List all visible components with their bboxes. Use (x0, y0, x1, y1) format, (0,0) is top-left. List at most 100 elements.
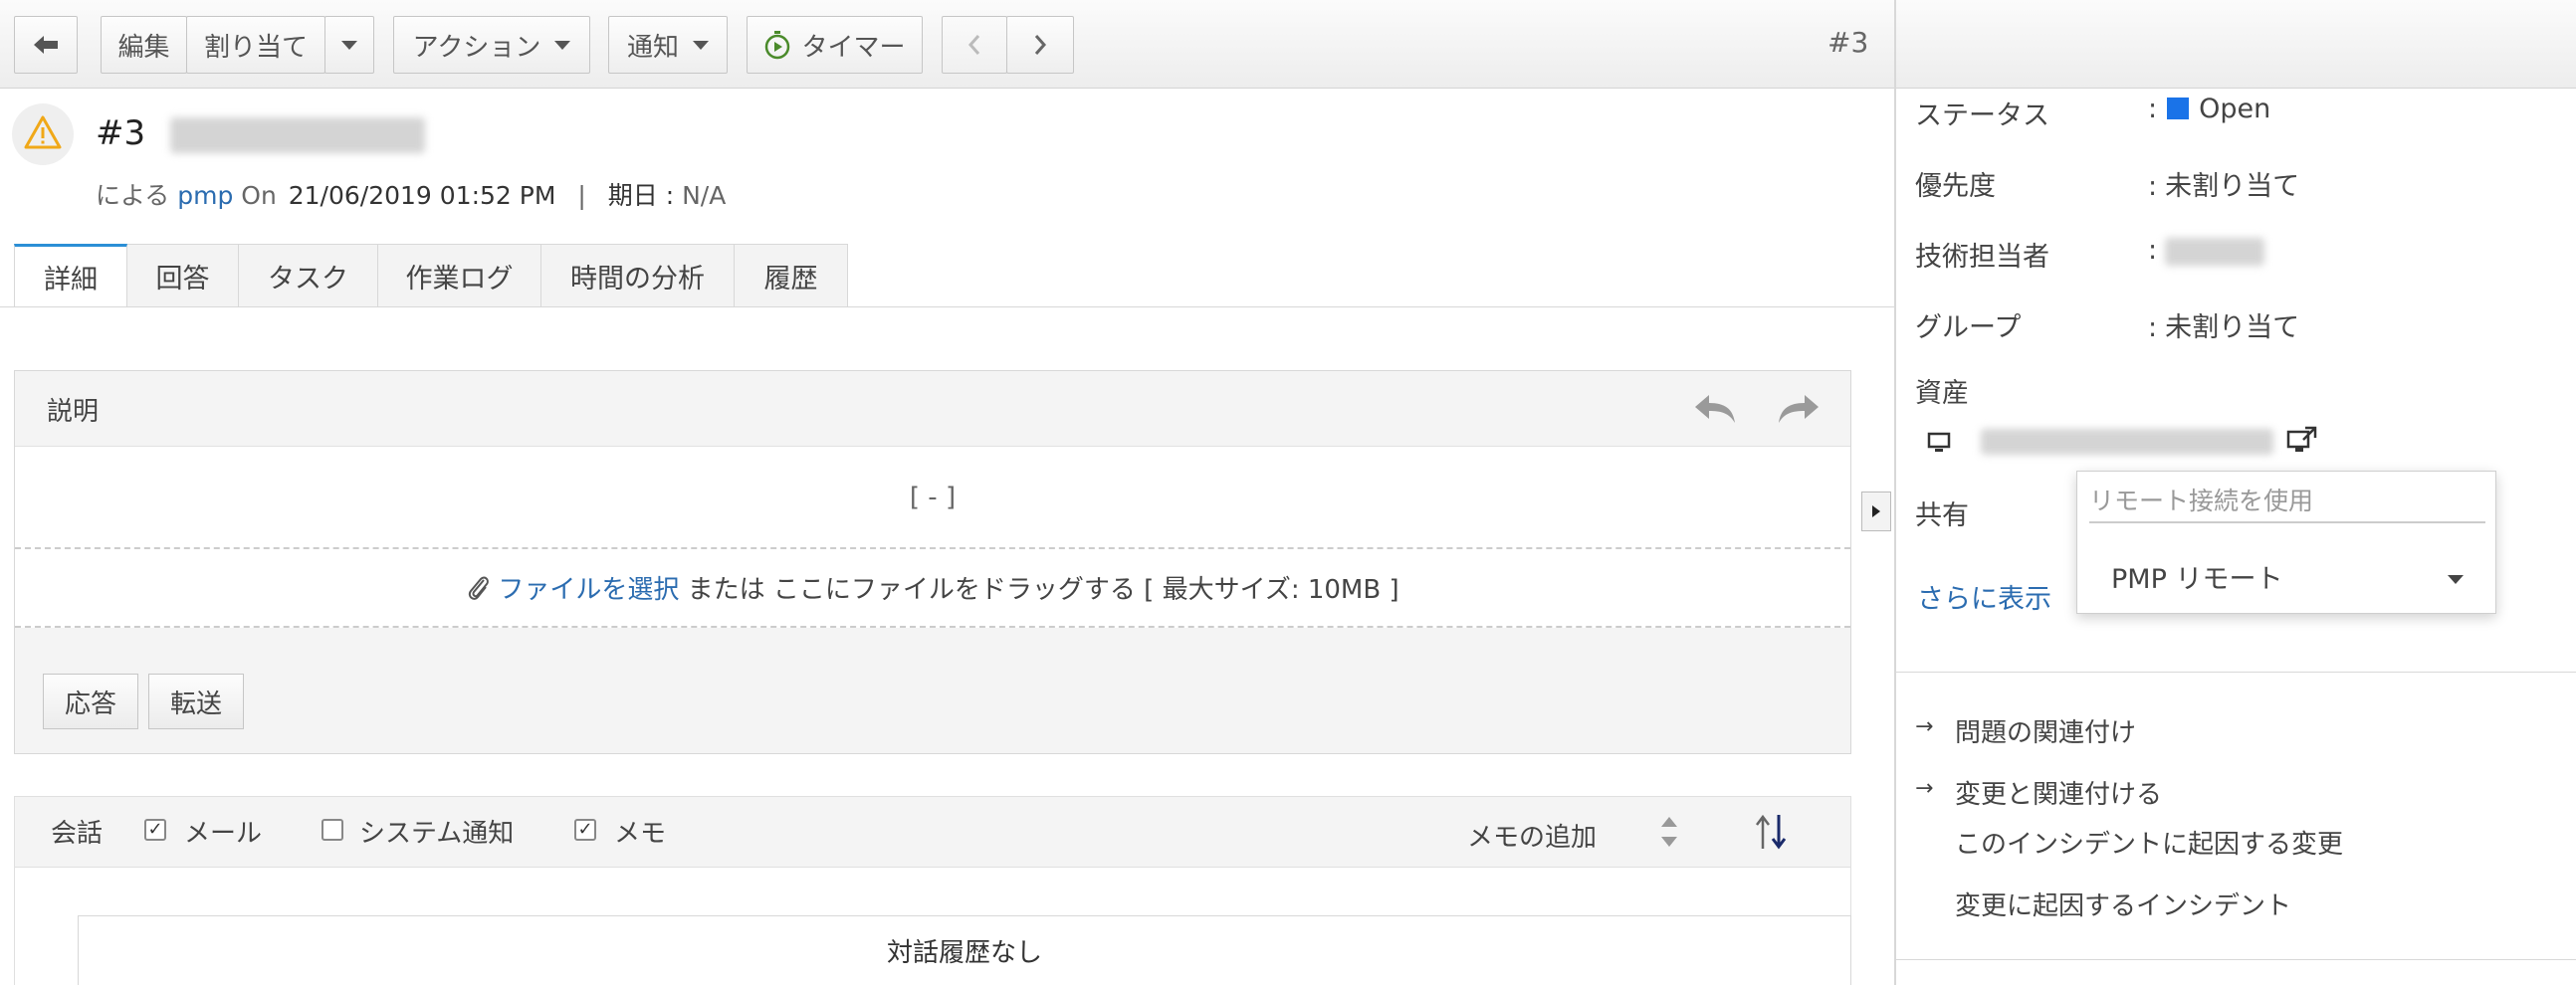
timer-label: タイマー (801, 32, 906, 63)
change-from-incident-link[interactable]: このインシデントに起因する変更 (1955, 824, 2343, 861)
tab-underline (0, 306, 1894, 307)
forward-icon[interactable] (1777, 393, 1821, 425)
priority-label: 優先度 (1915, 171, 1996, 202)
back-button[interactable] (14, 16, 78, 74)
priority-colon: : (2148, 171, 2158, 202)
mail-checkbox[interactable]: ✓ (144, 819, 166, 841)
conversation-label: 会話 (51, 819, 104, 849)
asset-name-redacted[interactable] (1981, 429, 2273, 455)
shared-label: 共有 (1915, 500, 1969, 531)
remote-connection-placeholder[interactable]: リモート接続を使用 (2089, 482, 2485, 523)
choose-file-link[interactable]: ファイルを選択 (498, 569, 679, 606)
technician-label: 技術担当者 (1915, 242, 2049, 273)
right-panel-bottom-separator (1896, 959, 2576, 960)
ticket-subject-redacted (169, 116, 425, 153)
next-ticket-button[interactable] (1006, 16, 1074, 74)
priority-text: 未割り当て (2165, 171, 2300, 202)
status-value[interactable]: : Open (2148, 94, 2270, 124)
actions-label: アクション (412, 32, 541, 63)
system-notification-checkbox[interactable] (322, 819, 343, 841)
warning-icon (24, 115, 62, 149)
tab-worklog[interactable]: 作業ログ (378, 244, 541, 307)
notify-menu-button[interactable]: 通知 (608, 16, 728, 74)
chevron-right-icon (1034, 35, 1047, 55)
status-label: ステータス (1915, 100, 2049, 131)
incident-from-change-link[interactable]: 変更に起因するインシデント (1955, 886, 2291, 922)
tab-tasks[interactable]: タスク (239, 244, 378, 307)
memo-checkbox[interactable]: ✓ (574, 819, 596, 841)
caret-right-icon (1872, 505, 1880, 517)
technician-colon: : (2148, 235, 2158, 266)
description-body: [ - ] (15, 446, 1850, 549)
back-arrow-icon (34, 36, 58, 54)
timer-button[interactable]: タイマー (747, 16, 923, 74)
forward-button[interactable]: 転送 (148, 674, 244, 729)
meta-separator: | (577, 181, 586, 210)
group-colon: : (2148, 312, 2158, 343)
chevron-down-icon (554, 40, 571, 50)
toolbar-ticket-number: #3 (1827, 26, 1869, 59)
chevron-down-icon (693, 40, 709, 50)
notify-label: 通知 (626, 32, 679, 63)
attach-hint: または ここにファイルをドラッグする [ 最大サイズ: 10MB ] (679, 575, 1399, 605)
arrow-right-icon: → (1915, 776, 1934, 801)
status-colon: : (2148, 94, 2158, 124)
edit-label: 編集 (117, 32, 170, 63)
empty-conversation-message: 対話履歴なし (78, 915, 1851, 985)
ticket-number: #3 (96, 113, 146, 153)
assign-button[interactable]: 割り当て (186, 16, 325, 74)
toolbar: 編集 割り当て アクション 通知 タイマー #3 (0, 0, 1894, 89)
remote-connection-dropdown: リモート接続を使用 PMP リモート (2076, 471, 2496, 614)
edit-button[interactable]: 編集 (101, 16, 187, 74)
system-filter-label[interactable]: システム通知 (359, 813, 514, 850)
group-text: 未割り当て (2165, 312, 2300, 343)
tab-details[interactable]: 詳細 (14, 244, 127, 307)
link-change-link[interactable]: 変更と関連付ける (1955, 774, 2162, 811)
conversation-toolbar: 会話 ✓ メール システム通知 ✓ メモ メモの追加 (14, 796, 1851, 868)
actions-menu-button[interactable]: アクション (393, 16, 590, 74)
remote-desktop-icon[interactable] (2285, 424, 2319, 458)
technician-name-redacted (2165, 237, 2265, 266)
reply-icon[interactable] (1693, 393, 1737, 425)
tab-replies[interactable]: 回答 (127, 244, 239, 307)
panel-divider (1894, 0, 1896, 985)
assign-label: 割り当て (203, 32, 308, 63)
arrow-right-icon: → (1915, 714, 1934, 739)
desktop-icon (1927, 432, 1951, 452)
status-color-swatch (2167, 98, 2190, 119)
assign-dropdown-button[interactable] (324, 16, 374, 74)
attachment-dropzone[interactable]: ファイルを選択 または ここにファイルをドラッグする [ 最大サイズ: 10MB… (15, 549, 1850, 628)
memo-filter-label[interactable]: メモ (614, 813, 666, 850)
description-panel: 説明 [ - ] ファイルを選択 または ここにファイルをドラッグする [ 最大… (14, 370, 1851, 754)
group-value[interactable]: : 未割り当て (2148, 305, 2299, 344)
panel-toggle-button[interactable] (1861, 492, 1891, 531)
due-value: N/A (682, 181, 727, 210)
tab-time-analysis[interactable]: 時間の分析 (541, 244, 735, 307)
group-label: グループ (1915, 312, 2022, 343)
right-panel-separator (1896, 672, 2576, 673)
previous-ticket-button[interactable] (942, 16, 1007, 74)
status-text: Open (2199, 94, 2271, 124)
by-label: による (96, 181, 170, 210)
requester-link[interactable]: pmp (177, 181, 233, 210)
chevron-down-icon (341, 40, 357, 50)
priority-icon-container (12, 103, 74, 165)
add-memo-link[interactable]: メモの追加 (1467, 817, 1597, 854)
description-header: 説明 (15, 371, 1850, 446)
created-date: 21/06/2019 01:52 PM (288, 181, 556, 210)
technician-value[interactable]: : (2148, 235, 2265, 266)
tab-history[interactable]: 履歴 (735, 244, 848, 307)
expand-collapse-icon[interactable] (1659, 815, 1679, 849)
reply-button[interactable]: 応答 (43, 674, 138, 729)
chevron-down-icon[interactable] (2448, 575, 2464, 584)
description-title: 説明 (47, 397, 100, 427)
sort-order-icon[interactable] (1753, 813, 1789, 851)
page-title: #3 (96, 113, 425, 153)
chevron-left-icon (967, 35, 980, 55)
link-problem-link[interactable]: 問題の関連付け (1955, 712, 2136, 749)
show-more-link[interactable]: さらに表示 (1917, 577, 2051, 616)
priority-value[interactable]: : 未割り当て (2148, 164, 2299, 203)
remote-connection-selected[interactable]: PMP リモート (2111, 557, 2282, 596)
ticket-tabs: 詳細 回答 タスク 作業ログ 時間の分析 履歴 (14, 244, 848, 307)
mail-filter-label[interactable]: メール (184, 813, 262, 850)
